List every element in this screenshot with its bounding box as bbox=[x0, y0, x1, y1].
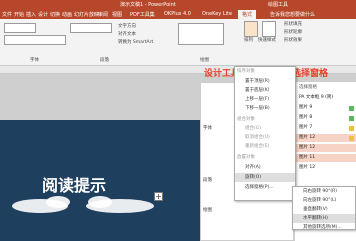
pane-label-font: 字体 bbox=[203, 126, 212, 131]
arrange-menu: 排序对象 置于顶层(R) 置于底层(K) 上移一层(F) 下移一层(B) 组合对… bbox=[234, 66, 296, 201]
tab-animations[interactable]: 动画 bbox=[62, 11, 72, 18]
rotate-right-90[interactable]: 向右旋转 90°(R) bbox=[293, 187, 355, 196]
menu-bring-forward[interactable]: 上移一层(F) bbox=[235, 95, 295, 104]
paragraph-row[interactable] bbox=[70, 23, 112, 33]
convert-smartart[interactable]: 转换为 SmartArt bbox=[118, 39, 153, 45]
font-format-row[interactable] bbox=[4, 35, 66, 45]
visibility-icon[interactable] bbox=[349, 126, 354, 131]
visibility-icon[interactable] bbox=[349, 116, 354, 121]
tab-slideshow[interactable]: 幻灯片放映 bbox=[74, 11, 99, 18]
menu-align[interactable]: 对齐(A) bbox=[235, 163, 295, 172]
menu-send-backward[interactable]: 下移一层(B) bbox=[235, 104, 295, 113]
menu-ungroup[interactable]: 取消组合(U) bbox=[235, 133, 295, 142]
group-drawing-label: 绘图 bbox=[200, 58, 209, 63]
selection-item[interactable]: 图片 7 bbox=[295, 124, 356, 132]
tab-design[interactable]: 设计 bbox=[38, 11, 48, 18]
group-font-label: 字体 bbox=[30, 58, 39, 63]
menu-section-place: 放置对象 bbox=[237, 155, 255, 160]
tab-view[interactable]: 视图 bbox=[112, 11, 122, 18]
tab-transitions[interactable]: 切换 bbox=[50, 11, 60, 18]
tab-home[interactable]: 开始 bbox=[14, 11, 24, 18]
rotate-left-90[interactable]: 向左旋转 90°(L) bbox=[293, 196, 355, 205]
tab-file[interactable]: 文件 bbox=[2, 11, 12, 18]
flip-horizontal[interactable]: 水平翻转(H) bbox=[293, 214, 355, 223]
tab-review[interactable]: 审阅 bbox=[98, 11, 108, 18]
visibility-icon[interactable] bbox=[349, 106, 354, 111]
selection-item[interactable]: 图片 11 bbox=[295, 154, 356, 162]
more-rotation-options[interactable]: 其他旋转选项(M)... bbox=[293, 223, 355, 232]
tab-pdf[interactable]: PDF工具集 bbox=[130, 11, 155, 18]
quick-style-button[interactable]: 快速样式 bbox=[258, 37, 276, 43]
selection-item[interactable]: 图片 9 bbox=[295, 104, 356, 112]
quick-style-icon[interactable] bbox=[262, 21, 276, 37]
window-title: 演示文稿1 - PowerPoint bbox=[120, 2, 176, 8]
rotate-submenu: 向右旋转 90°(R) 向左旋转 90°(L) 垂直翻转(V) 水平翻转(H) … bbox=[292, 186, 356, 230]
arrange-icon[interactable] bbox=[244, 21, 258, 37]
shape-effect[interactable]: 形状效果 bbox=[284, 37, 302, 43]
selection-item[interactable]: 图片 8 bbox=[295, 114, 356, 122]
visibility-icon[interactable] bbox=[349, 136, 354, 141]
text-direction[interactable]: 文字方向 bbox=[118, 23, 136, 29]
shape-fill[interactable]: 形状填充 bbox=[284, 21, 302, 27]
pane-label-paragraph: 段落 bbox=[203, 178, 212, 183]
shapes-gallery[interactable] bbox=[178, 23, 224, 45]
menu-send-to-back[interactable]: 置于底层(K) bbox=[235, 86, 295, 95]
menu-rotate[interactable]: 旋转(O) bbox=[235, 173, 295, 182]
flip-vertical[interactable]: 垂直翻转(V) bbox=[293, 205, 355, 214]
tab-okplus[interactable]: OKPlus 4.0 bbox=[164, 11, 191, 17]
ribbon-tabs: 文件 开始 插入 设计 切换 动画 幻灯片放映 审阅 视图 PDF工具集 OKP… bbox=[0, 9, 356, 19]
tab-format[interactable]: 格式 bbox=[238, 10, 257, 19]
align-text[interactable]: 对齐文本 bbox=[118, 31, 136, 37]
selection-pane-title: 选择窗格 bbox=[299, 85, 317, 90]
selection-item[interactable]: 图片 12 bbox=[295, 144, 356, 152]
plus-icon[interactable]: + bbox=[154, 192, 163, 201]
contextual-title: 绘图工具 bbox=[268, 2, 289, 8]
selection-item[interactable]: 图片 12 bbox=[295, 164, 356, 172]
group-paragraph-label: 段落 bbox=[100, 58, 109, 63]
font-box[interactable] bbox=[4, 23, 36, 33]
slide-title[interactable]: 阅读提示 bbox=[42, 172, 106, 196]
tab-insert[interactable]: 插入 bbox=[26, 11, 36, 18]
menu-group[interactable]: 组合(G) bbox=[235, 124, 295, 133]
menu-regroup[interactable]: 重新组合(E) bbox=[235, 142, 295, 151]
title-bar: 演示文稿1 - PowerPoint 绘图工具 bbox=[0, 0, 356, 9]
arrange-button[interactable]: 排列 bbox=[244, 37, 253, 43]
menu-section-order: 排序对象 bbox=[237, 69, 255, 74]
ribbon: 文字方向 对齐文本 转换为 SmartArt 排列 快速样式 形状填充 形状轮廓… bbox=[0, 19, 356, 66]
selection-item[interactable]: PA 文本框 9 (简) bbox=[295, 94, 356, 102]
selection-item[interactable]: 图片 12 bbox=[295, 134, 356, 142]
pane-label-drawing: 绘图 bbox=[203, 208, 212, 213]
menu-selection-pane[interactable]: 选择窗格(P)... bbox=[235, 183, 295, 192]
tab-onekey[interactable]: OneKey Lite bbox=[202, 11, 232, 17]
menu-section-group: 组合对象 bbox=[237, 117, 255, 122]
tell-me[interactable]: 告诉我您想要做什么 bbox=[270, 11, 315, 18]
shape-outline[interactable]: 形状轮廓 bbox=[284, 29, 302, 35]
selection-pane-heading: 选择窗格 bbox=[292, 69, 329, 79]
menu-bring-to-front[interactable]: 置于顶层(R) bbox=[235, 77, 295, 86]
